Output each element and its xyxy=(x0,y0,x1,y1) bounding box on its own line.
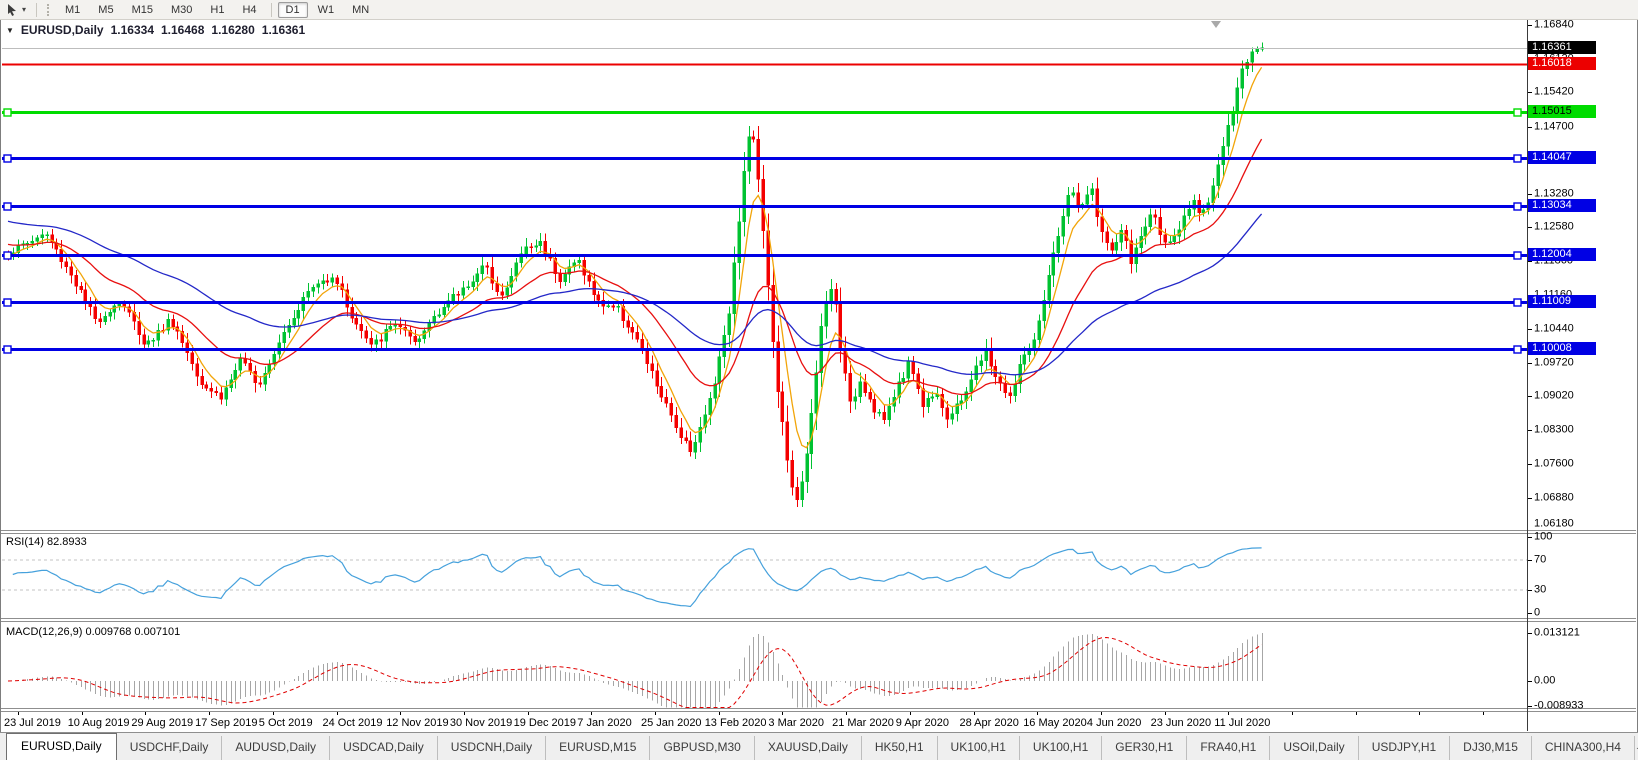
date-axis-label: 23 Jun 2020 xyxy=(1151,717,1212,729)
chart-tab-bar: EURUSD,DailyUSDCHF,DailyAUDUSD,DailyUSDC… xyxy=(0,732,1638,760)
chart-tab-eurusd-daily[interactable]: EURUSD,Daily xyxy=(6,733,117,760)
price-axis-tick: 1.16840 xyxy=(1534,19,1606,31)
price-axis-tick: 1.07600 xyxy=(1534,457,1606,469)
macd-axis-tick: -0.008933 xyxy=(1534,700,1606,712)
chart-tab-uk100-h1[interactable]: UK100,H1 xyxy=(1020,736,1102,760)
chart-tab-usdcad-daily[interactable]: USDCAD,Daily xyxy=(330,736,438,760)
price-axis-tick: 1.09720 xyxy=(1534,356,1606,368)
date-axis-label: 12 Nov 2019 xyxy=(386,717,448,729)
toolbar-drag-handle[interactable] xyxy=(47,4,51,16)
date-axis-label: 21 Mar 2020 xyxy=(832,717,894,729)
chart-tab-gbpusd-m30[interactable]: GBPUSD,M30 xyxy=(650,736,754,760)
date-axis-label: 4 Jun 2020 xyxy=(1087,717,1141,729)
main-toolbar: ▾ M1M5M15M30H1H4 D1W1MN xyxy=(0,0,1638,20)
price-axis-tick: 1.10440 xyxy=(1534,322,1606,334)
level-price-badge: 1.15015 xyxy=(1528,105,1596,118)
chart-tab-ger30-h1[interactable]: GER30,H1 xyxy=(1102,736,1187,760)
chart-tab-audusd-daily[interactable]: AUDUSD,Daily xyxy=(222,736,330,760)
date-axis-label: 23 Jul 2019 xyxy=(4,717,61,729)
chart-shift-marker xyxy=(1211,21,1221,28)
cursor-tool-dropdown-icon[interactable]: ▾ xyxy=(22,5,26,14)
chart-title: ▼ EURUSD,Daily 1.16334 1.16468 1.16280 1… xyxy=(6,23,305,37)
price-axis-tick: 1.12580 xyxy=(1534,221,1606,233)
price-axis-tick: 1.08300 xyxy=(1534,424,1606,436)
date-axis-label: 13 Feb 2020 xyxy=(705,717,767,729)
panel-resize-separator[interactable] xyxy=(1,530,1636,534)
current-price-badge: 1.16361 xyxy=(1528,41,1596,54)
date-axis-label: 10 Aug 2019 xyxy=(68,717,130,729)
ohlc-close: 1.16361 xyxy=(262,23,305,37)
chart-tab-uk100-h1[interactable]: UK100,H1 xyxy=(938,736,1020,760)
rsi-axis-tick: 100 xyxy=(1534,531,1606,543)
rsi-axis-tick: 70 xyxy=(1534,554,1606,566)
panel-resize-separator[interactable] xyxy=(1,618,1636,622)
price-axis-tick: 1.06880 xyxy=(1534,491,1606,503)
rsi-indicator-label: RSI(14) 82.8933 xyxy=(6,536,87,548)
chart-tab-eurusd-m15[interactable]: EURUSD,M15 xyxy=(546,736,650,760)
chart-tab-usdcnh-daily[interactable]: USDCNH,Daily xyxy=(438,736,546,760)
macd-axis-tick: 0.013121 xyxy=(1534,627,1606,639)
date-axis-label: 29 Aug 2019 xyxy=(131,717,193,729)
chart-tab-dj30-m15[interactable]: DJ30,M15 xyxy=(1450,736,1532,760)
chart-tab-hk50-h1[interactable]: HK50,H1 xyxy=(862,736,938,760)
timeframe-button-d1[interactable]: D1 xyxy=(278,2,308,18)
cursor-arrow-icon xyxy=(5,3,19,17)
level-price-badge: 1.11009 xyxy=(1528,295,1596,308)
timeframe-button-h1[interactable]: H1 xyxy=(202,2,232,18)
level-price-badge: 1.12004 xyxy=(1528,248,1596,261)
chart-tab-xauusd-daily[interactable]: XAUUSD,Daily xyxy=(755,736,862,760)
date-axis-label: 19 Dec 2019 xyxy=(514,717,576,729)
date-axis-label: 28 Apr 2020 xyxy=(960,717,1019,729)
timeframe-buttons: M1M5M15M30H1H4 D1W1MN xyxy=(56,2,378,18)
rsi-axis-tick: 0 xyxy=(1534,607,1606,619)
level-price-badge: 1.16018 xyxy=(1528,57,1596,70)
toolbar-separator xyxy=(271,3,272,17)
macd-indicator-label: MACD(12,26,9) 0.009768 0.007101 xyxy=(6,626,180,638)
rsi-axis-tick: 30 xyxy=(1534,584,1606,596)
chart-window xyxy=(0,19,1638,733)
chart-tab-china300-h4[interactable]: CHINA300,H4 xyxy=(1532,736,1635,760)
date-axis-label: 17 Sep 2019 xyxy=(195,717,257,729)
chart-tab-fra40-h1[interactable]: FRA40,H1 xyxy=(1187,736,1270,760)
date-axis-label: 11 Jul 2020 xyxy=(1214,717,1270,729)
chart-tab-usdchf-daily[interactable]: USDCHF,Daily xyxy=(117,736,223,760)
level-price-badge: 1.14047 xyxy=(1528,151,1596,164)
toolbar-separator xyxy=(36,3,37,17)
chart-tab-usdjpy-h1[interactable]: USDJPY,H1 xyxy=(1359,736,1450,760)
price-axis-tick: 1.14700 xyxy=(1534,120,1606,132)
timeframe-button-m1[interactable]: M1 xyxy=(57,2,88,18)
ohlc-low: 1.16280 xyxy=(211,23,254,37)
level-price-badge: 1.13034 xyxy=(1528,199,1596,212)
timeframe-button-m5[interactable]: M5 xyxy=(90,2,121,18)
macd-axis-tick: 0.00 xyxy=(1534,675,1606,687)
timeframe-button-m15[interactable]: M15 xyxy=(124,2,161,18)
timeframe-button-mn[interactable]: MN xyxy=(344,2,377,18)
panel-resize-separator[interactable] xyxy=(1,708,1636,712)
date-axis-label: 30 Nov 2019 xyxy=(450,717,512,729)
price-axis-tick: 1.15420 xyxy=(1534,86,1606,98)
date-axis-label: 16 May 2020 xyxy=(1023,717,1087,729)
ohlc-high: 1.16468 xyxy=(161,23,204,37)
date-axis-label: 7 Jan 2020 xyxy=(577,717,631,729)
chart-tab-usoil-daily[interactable]: USOil,Daily xyxy=(1270,736,1358,760)
cursor-tool-button[interactable]: ▾ xyxy=(5,3,29,17)
date-axis-label: 5 Oct 2019 xyxy=(259,717,313,729)
date-axis-label: 9 Apr 2020 xyxy=(896,717,949,729)
date-axis-label: 24 Oct 2019 xyxy=(323,717,383,729)
level-price-badge: 1.10008 xyxy=(1528,342,1596,355)
price-axis-tick: 1.09020 xyxy=(1534,390,1606,402)
timeframe-button-w1[interactable]: W1 xyxy=(310,2,343,18)
chart-symbol-label: EURUSD,Daily xyxy=(21,23,104,37)
ohlc-open: 1.16334 xyxy=(111,23,154,37)
date-axis-label: 25 Jan 2020 xyxy=(641,717,702,729)
date-axis-label: 3 Mar 2020 xyxy=(768,717,824,729)
timeframe-button-h4[interactable]: H4 xyxy=(234,2,264,18)
timeframe-button-m30[interactable]: M30 xyxy=(163,2,200,18)
price-axis-line xyxy=(1527,20,1528,731)
price-axis-tick: 1.06180 xyxy=(1534,518,1606,530)
chart-title-collapse-icon[interactable]: ▼ xyxy=(6,26,14,35)
